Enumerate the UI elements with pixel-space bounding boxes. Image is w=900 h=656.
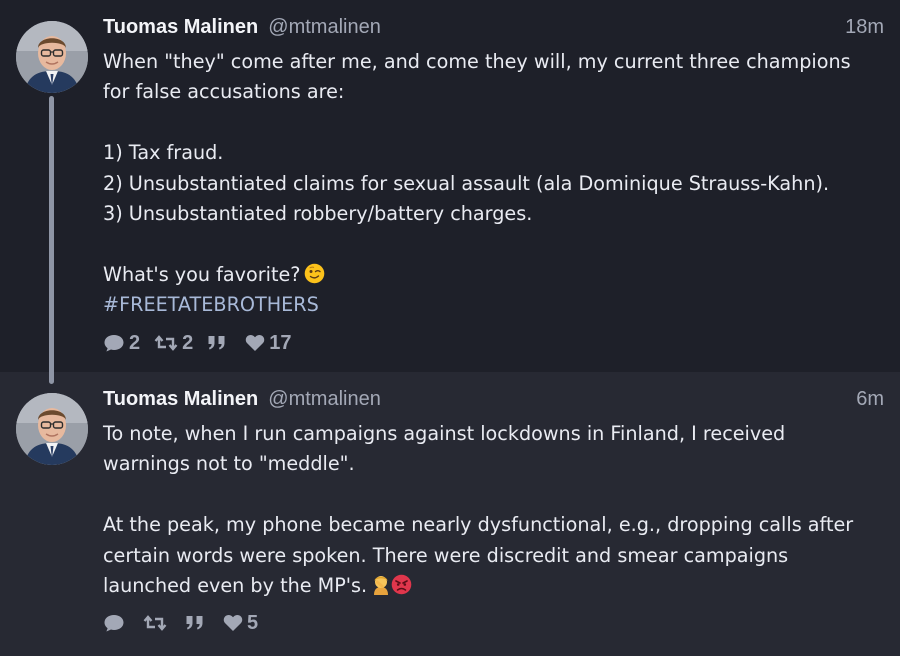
tweet-body: When "they" come after me, and come they…	[103, 47, 880, 321]
like-button[interactable]: 17	[245, 331, 292, 355]
tweet-actions: 5	[103, 611, 272, 635]
heart-icon	[223, 614, 243, 631]
quote-button[interactable]	[207, 334, 231, 352]
tweet-text-line	[103, 108, 880, 138]
like-count: 5	[247, 611, 259, 634]
tweet-text-line-with-emoji: launched even by the MP's.	[103, 571, 880, 601]
tweet-text-line: 2) Unsubstantiated claims for sexual ass…	[103, 171, 830, 195]
tweet-text-line: for false accusations are:	[103, 80, 345, 104]
tweet-text-line: warnings not to "meddle".	[103, 452, 355, 476]
user-handle[interactable]: @mtmalinen	[268, 16, 381, 38]
winking-face-emoji-icon	[304, 263, 325, 293]
reply-button[interactable]: 2	[103, 332, 140, 355]
reply-icon	[104, 335, 124, 352]
tweet-text: launched even by the MP's.	[103, 573, 368, 597]
timestamp[interactable]: 6m	[856, 388, 884, 411]
avatar[interactable]	[16, 393, 88, 465]
like-button[interactable]: 5	[223, 612, 258, 635]
display-name[interactable]: Tuomas Malinen	[103, 388, 258, 410]
angry-face-emoji-icon	[391, 574, 412, 604]
tweet: Tuomas Malinen @mtmalinen 6m To note, wh…	[0, 372, 900, 656]
quote-icon	[186, 616, 203, 630]
quote-button[interactable]	[185, 614, 209, 632]
retweet-icon	[143, 615, 167, 631]
hashtag-link[interactable]: #FREETATEBROTHERS	[103, 290, 880, 320]
tweet: Tuomas Malinen @mtmalinen 18m When "they…	[0, 0, 900, 372]
thread-connector-line	[49, 96, 54, 384]
reply-count: 2	[129, 331, 141, 354]
heart-icon	[246, 334, 265, 351]
retweet-count: 2	[182, 331, 194, 354]
tweet-body: To note, when I run campaigns against lo…	[103, 419, 880, 601]
facepalm-emoji-icon	[371, 574, 391, 604]
tweet-text-line: To note, when I run campaigns against lo…	[103, 422, 786, 445]
tweet-text-line: At the peak, my phone became nearly dysf…	[103, 513, 854, 537]
tweet-actions: 2 2 17	[103, 331, 306, 355]
tweet-header: Tuomas Malinen @mtmalinen 6m	[103, 388, 884, 414]
quote-icon	[208, 336, 225, 350]
retweet-button[interactable]: 2	[154, 332, 193, 355]
reply-button[interactable]	[103, 613, 129, 633]
retweet-icon	[154, 335, 178, 351]
tweet-text-line: 3) Unsubstantiated robbery/battery charg…	[103, 201, 533, 225]
reply-icon	[104, 615, 124, 632]
retweet-button[interactable]	[143, 614, 171, 632]
tweet-text-line: 1) Tax fraud.	[103, 141, 224, 165]
tweet-header: Tuomas Malinen @mtmalinen 18m	[103, 16, 884, 42]
avatar[interactable]	[16, 21, 88, 93]
timestamp[interactable]: 18m	[845, 16, 884, 39]
avatar-photo	[16, 21, 88, 93]
tweet-text-line	[103, 480, 880, 510]
tweet-text-line: When "they" come after me, and come they…	[103, 50, 851, 73]
display-name[interactable]: Tuomas Malinen	[103, 16, 258, 38]
avatar-photo	[16, 393, 88, 465]
tweet-text-line-with-emoji: What's you favorite?	[103, 260, 880, 290]
tweet-text: What's you favorite?	[103, 262, 301, 286]
tweet-text-line: certain words were spoken. There were di…	[103, 543, 789, 567]
like-count: 17	[269, 331, 292, 354]
user-handle[interactable]: @mtmalinen	[268, 388, 381, 410]
tweet-text-line	[103, 229, 880, 259]
